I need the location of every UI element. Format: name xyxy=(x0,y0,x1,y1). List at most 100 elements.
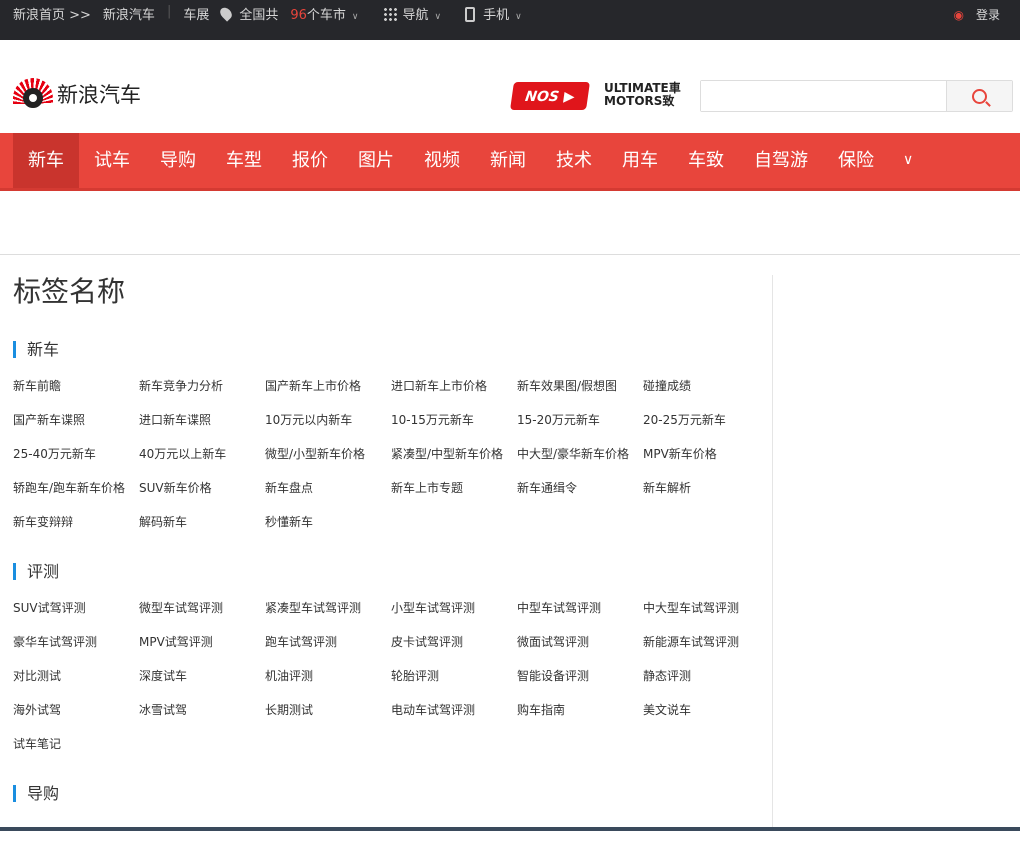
city-label-suffix: 个车市 xyxy=(306,8,346,23)
tag-link[interactable]: 海外试驾 xyxy=(13,702,139,719)
chevron-down-icon: ∨ xyxy=(515,12,522,22)
city-selector[interactable]: 全国共 96个车市 ∨ xyxy=(218,4,370,23)
tag-link[interactable]: 紧凑型车试驾评测 xyxy=(265,600,391,617)
nav-item[interactable]: 车致 xyxy=(673,133,739,188)
search-button[interactable] xyxy=(946,81,1012,111)
tag-link[interactable]: 美文说车 xyxy=(643,702,769,719)
nav-item[interactable]: 保险 xyxy=(823,133,889,188)
taskbar xyxy=(0,827,1020,831)
nav-item[interactable]: 技术 xyxy=(541,133,607,188)
tag-link[interactable]: SUV试驾评测 xyxy=(13,600,139,617)
phone-icon xyxy=(465,7,476,22)
tag-link[interactable]: 微面试驾评测 xyxy=(517,634,643,651)
nav-item[interactable]: 视频 xyxy=(409,133,475,188)
ultimate-line2: MOTORS致 xyxy=(604,94,675,108)
tag-link[interactable]: 新车上市专题 xyxy=(391,480,517,497)
chevron-down-icon: ∨ xyxy=(434,12,442,22)
tag-link[interactable]: 10万元以内新车 xyxy=(265,412,391,429)
tag-link[interactable]: 电动车试驾评测 xyxy=(391,702,517,719)
section-heading: 新车 xyxy=(13,341,763,358)
tag-link[interactable]: MPV试驾评测 xyxy=(139,634,265,651)
tag-link[interactable]: 购车指南 xyxy=(517,702,643,719)
tag-link[interactable]: 进口新车上市价格 xyxy=(391,378,517,395)
tag-link[interactable]: 20-25万元新车 xyxy=(643,412,769,429)
tag-links: SUV试驾评测 微型车试驾评测 紧凑型车试驾评测 小型车试驾评测 中型车试驾评测 中大型车… xyxy=(13,600,763,753)
tag-link[interactable]: 国产新车上市价格 xyxy=(265,378,391,395)
tag-link[interactable]: 新车前瞻 xyxy=(13,378,139,395)
sina-auto-logo[interactable]: 新浪汽车 xyxy=(13,78,141,110)
tag-link[interactable]: 10-15万元新车 xyxy=(391,412,517,429)
nav-item[interactable]: 试车 xyxy=(79,133,145,188)
tag-link[interactable]: 新车解析 xyxy=(643,480,769,497)
login-label: 登录 xyxy=(975,8,1000,22)
tag-link[interactable]: 小型车试驾评测 xyxy=(391,600,517,617)
search-box xyxy=(700,80,1013,112)
search-icon xyxy=(972,88,987,104)
tag-link[interactable]: 新车通缉令 xyxy=(517,480,643,497)
tag-link[interactable]: 新车盘点 xyxy=(265,480,391,497)
section-heading: 评测 xyxy=(13,563,763,580)
nos-tv-logo[interactable]: NOS ▶ xyxy=(510,82,590,110)
tag-content: 标签名称 新车 新车前瞻 新车竞争力分析 国产新车上市价格 进口新车上市价格 新车效果图/… xyxy=(13,275,763,854)
tag-link[interactable]: SUV新车价格 xyxy=(139,480,265,497)
location-pin-icon xyxy=(218,5,235,22)
sina-auto-link[interactable]: 新浪汽车 xyxy=(103,4,155,23)
tag-link[interactable]: 新车变辩辩 xyxy=(13,514,139,531)
ultimate-motors-logo[interactable]: ULTIMATE車 MOTORS致 xyxy=(604,82,681,108)
weibo-icon: ◉ xyxy=(953,8,964,22)
tag-link[interactable]: 对比测试 xyxy=(13,668,139,685)
nav-item[interactable]: 新闻 xyxy=(475,133,541,188)
tag-link[interactable]: 秒懂新车 xyxy=(265,514,391,531)
tag-link[interactable]: 豪华车试驾评测 xyxy=(13,634,139,651)
nav-item[interactable]: 自驾游 xyxy=(739,133,823,188)
tag-link[interactable]: 中大型车试驾评测 xyxy=(643,600,769,617)
tag-link[interactable]: MPV新车价格 xyxy=(643,446,769,463)
login-link[interactable]: ◉ 登录 xyxy=(954,6,1013,23)
tag-link[interactable]: 国产新车谍照 xyxy=(13,412,139,429)
tag-link[interactable]: 长期测试 xyxy=(265,702,391,719)
more-chevron-icon[interactable]: ∨ xyxy=(889,133,927,188)
nav-item[interactable]: 报价 xyxy=(277,133,343,188)
tag-link[interactable]: 冰雪试驾 xyxy=(139,702,265,719)
header: 新浪汽车 NOS ▶ ULTIMATE車 MOTORS致 xyxy=(0,40,1020,133)
tag-link[interactable]: 微型车试驾评测 xyxy=(139,600,265,617)
tag-link[interactable]: 新车竞争力分析 xyxy=(139,378,265,395)
tag-link[interactable]: 轿跑车/跑车新车价格 xyxy=(13,480,139,497)
tag-link[interactable]: 轮胎评测 xyxy=(391,668,517,685)
tag-link[interactable]: 紧凑型/中型新车价格 xyxy=(391,446,517,463)
nav-menu[interactable]: 导航 ∨ xyxy=(382,4,454,23)
tag-link[interactable]: 跑车试驾评测 xyxy=(265,634,391,651)
auto-show-link[interactable]: 车展 xyxy=(183,4,209,23)
tag-link[interactable]: 新能源车试驾评测 xyxy=(643,634,769,651)
tag-link[interactable]: 解码新车 xyxy=(139,514,265,531)
nav-item[interactable]: 车型 xyxy=(211,133,277,188)
tag-link[interactable]: 试车笔记 xyxy=(13,736,139,753)
tag-link[interactable]: 皮卡试驾评测 xyxy=(391,634,517,651)
tag-link[interactable]: 中大型/豪华新车价格 xyxy=(517,446,643,463)
nav-item[interactable]: 图片 xyxy=(343,133,409,188)
tag-link[interactable]: 智能设备评测 xyxy=(517,668,643,685)
nav-label: 导航 xyxy=(402,8,429,23)
search-input[interactable] xyxy=(701,81,946,111)
nav-item[interactable]: 用车 xyxy=(607,133,673,188)
tag-link[interactable]: 40万元以上新车 xyxy=(139,446,265,463)
divider xyxy=(0,254,1020,255)
section-heading: 导购 xyxy=(13,785,763,802)
tag-link[interactable]: 静态评测 xyxy=(643,668,769,685)
tag-link[interactable]: 微型/小型新车价格 xyxy=(265,446,391,463)
tag-link[interactable]: 中型车试驾评测 xyxy=(517,600,643,617)
main-nav: 新车 试车 导购 车型 报价 图片 视频 新闻 技术 用车 车致 自驾游 保险 ∨ xyxy=(0,133,1020,191)
tag-link[interactable]: 25-40万元新车 xyxy=(13,446,139,463)
tag-link[interactable]: 进口新车谍照 xyxy=(139,412,265,429)
nav-item[interactable]: 新车 xyxy=(13,133,79,188)
tag-link[interactable]: 机油评测 xyxy=(265,668,391,685)
sina-home-link[interactable]: 新浪首页 >> xyxy=(13,4,91,23)
mobile-label: 手机 xyxy=(483,8,510,23)
nav-item[interactable]: 导购 xyxy=(145,133,211,188)
tag-link[interactable]: 深度试车 xyxy=(139,668,265,685)
tag-link[interactable]: 新车效果图/假想图 xyxy=(517,378,643,395)
mobile-menu[interactable]: 手机 ∨ xyxy=(465,4,534,23)
tag-link[interactable]: 15-20万元新车 xyxy=(517,412,643,429)
tag-link[interactable]: 碰撞成绩 xyxy=(643,378,769,395)
sina-eye-icon xyxy=(13,78,53,110)
